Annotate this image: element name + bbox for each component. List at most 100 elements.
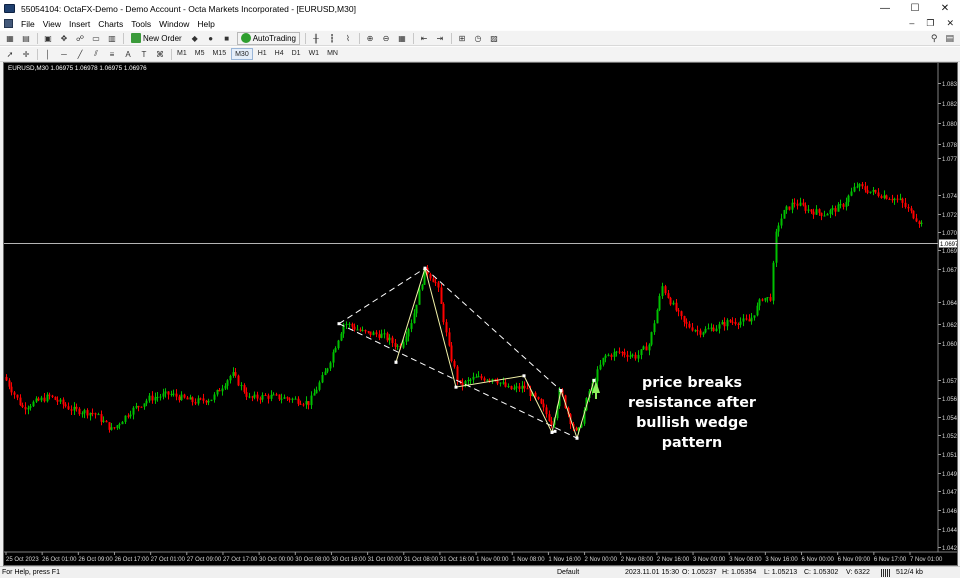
candlestick-icon[interactable]: ┇ [326, 33, 338, 44]
candle-body [545, 407, 548, 415]
candle-body [21, 405, 24, 408]
timeframe-m1[interactable]: M1 [174, 48, 190, 60]
candle-body [750, 317, 753, 322]
candle-body [826, 213, 829, 216]
candle-body [515, 386, 518, 388]
chart-minimize-button[interactable]: – [909, 17, 914, 30]
metaeditor-icon[interactable]: ◆ [189, 33, 201, 44]
zoom-out-icon[interactable]: ⊖ [380, 33, 392, 44]
time-tick-label: 26 Oct 17:00 [114, 557, 149, 563]
chart-close-button[interactable]: ✕ [946, 17, 954, 30]
text-icon[interactable]: A [122, 49, 134, 60]
close-button[interactable]: ✕ [930, 0, 960, 17]
new-chart-icon[interactable]: ▦ [4, 33, 16, 44]
tile-windows-icon[interactable]: ▦ [396, 33, 408, 44]
candle-body [180, 394, 183, 401]
candle-body [100, 414, 103, 422]
fibonacci-icon[interactable]: ≡ [106, 49, 118, 60]
candle-body [761, 299, 764, 301]
horizontal-line-icon[interactable]: ─ [58, 49, 70, 60]
candle-body [521, 385, 524, 389]
market-icon[interactable]: ■ [221, 33, 233, 44]
maximize-button[interactable]: ☐ [900, 0, 930, 17]
zoom-in-icon[interactable]: ⊕ [364, 33, 376, 44]
chart-window[interactable]: 1.08380 1.08205 1.08030 1.07850 1.07725 1.074… [3, 62, 958, 566]
candle-body [599, 364, 602, 370]
candle-body [704, 328, 707, 333]
chart-window-icon[interactable] [4, 19, 13, 28]
candle-body [721, 322, 724, 325]
menu-file[interactable]: File [21, 19, 35, 29]
cursor-icon[interactable]: ➚ [4, 49, 16, 60]
candle-body [332, 352, 335, 363]
candle-body [667, 293, 670, 298]
label-icon[interactable]: T [138, 49, 150, 60]
menu-help[interactable]: Help [197, 19, 214, 29]
new-order-label: New Order [143, 33, 182, 43]
window-controls: — ☐ ✕ [870, 0, 960, 17]
timeframe-d1[interactable]: D1 [289, 48, 304, 60]
search-icon[interactable]: ⚲ [931, 33, 938, 44]
profiles-icon[interactable]: ▤ [20, 33, 32, 44]
wedge-anchor-point [454, 385, 458, 389]
navigator-icon[interactable]: ✥ [58, 33, 70, 44]
timeframe-w1[interactable]: W1 [306, 48, 323, 60]
market-watch-icon[interactable]: ▣ [42, 33, 54, 44]
candle-body [216, 390, 219, 395]
indicators-icon[interactable]: ⊞ [456, 33, 468, 44]
autotrading-button[interactable]: AutoTrading [236, 31, 300, 45]
candle-body [461, 382, 464, 386]
candle-body [407, 328, 410, 337]
line-chart-icon[interactable]: ⌇ [342, 33, 354, 44]
candle-body [199, 398, 202, 400]
vertical-line-icon[interactable]: │ [42, 49, 54, 60]
menu-insert[interactable]: Insert [69, 19, 90, 29]
timeframe-m5[interactable]: M5 [192, 48, 208, 60]
candle-body [845, 202, 848, 207]
candle-body [59, 399, 62, 402]
candle-body [356, 329, 359, 331]
trendline-icon[interactable]: ╱ [74, 49, 86, 60]
minimize-button[interactable]: — [870, 0, 900, 17]
signals-icon[interactable]: ● [205, 33, 217, 44]
candle-body [221, 388, 224, 392]
timeframe-m30[interactable]: M30 [231, 48, 253, 60]
shapes-icon[interactable]: ⌘ [154, 49, 166, 60]
timeframe-mn[interactable]: MN [324, 48, 341, 60]
autoscroll-icon[interactable]: ⇥ [434, 33, 446, 44]
bar-chart-icon[interactable]: ╫ [310, 33, 322, 44]
menu-tools[interactable]: Tools [131, 19, 151, 29]
candle-body [62, 399, 65, 405]
periods-icon[interactable]: ◷ [472, 33, 484, 44]
wedge-anchor-point [553, 429, 557, 433]
data-window-icon[interactable]: ☍ [74, 33, 86, 44]
candle-body [445, 322, 448, 333]
candle-body [375, 332, 378, 335]
candle-body [261, 395, 264, 400]
strategy-tester-icon[interactable]: ▥ [106, 33, 118, 44]
timeframe-h1[interactable]: H1 [255, 48, 270, 60]
candle-body [820, 212, 823, 216]
annotation-line: pattern [661, 435, 723, 451]
price-tick-label: 1.08205 [942, 102, 958, 108]
timeframe-h4[interactable]: H4 [272, 48, 287, 60]
menu-view[interactable]: View [43, 19, 61, 29]
menu-window[interactable]: Window [159, 19, 189, 29]
new-order-button[interactable]: New Order [128, 32, 185, 45]
chart-shift-icon[interactable]: ⇤ [418, 33, 430, 44]
crosshair-icon[interactable]: ✛ [20, 49, 32, 60]
chart-restore-button[interactable]: ❐ [926, 17, 934, 30]
time-tick-label: 27 Oct 09:00 [187, 557, 222, 563]
candle-body [405, 336, 408, 342]
templates-icon[interactable]: ▨ [488, 33, 500, 44]
price-chart[interactable]: 1.08380 1.08205 1.08030 1.07850 1.07725 1.074… [4, 63, 958, 566]
menu-charts[interactable]: Charts [98, 19, 123, 29]
candle-body [785, 206, 788, 211]
timeframe-m15[interactable]: M15 [209, 48, 229, 60]
chat-icon[interactable]: ▤ [945, 33, 954, 44]
candle-body [764, 297, 767, 301]
channel-icon[interactable]: ⫽ [90, 49, 102, 60]
candle-body [872, 190, 875, 192]
terminal-icon[interactable]: ▭ [90, 33, 102, 44]
candle-body [121, 421, 124, 425]
